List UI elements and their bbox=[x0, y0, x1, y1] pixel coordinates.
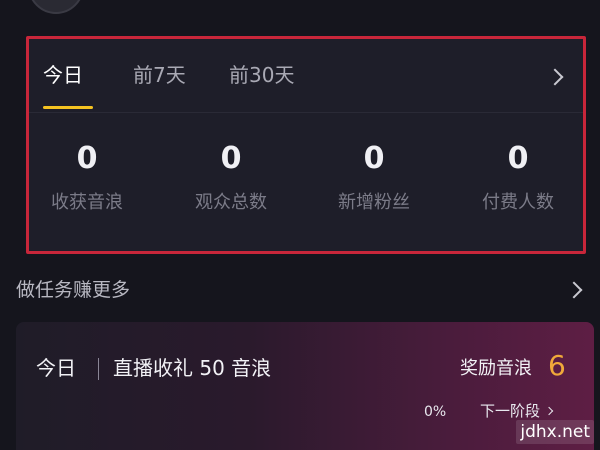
stat-value: 0 bbox=[507, 141, 529, 176]
stat-label: 付费人数 bbox=[482, 192, 554, 213]
period-tabs: 今日 前7天 前30天 bbox=[29, 39, 583, 109]
chevron-right-icon[interactable] bbox=[546, 68, 564, 86]
stat-value: 0 bbox=[363, 141, 385, 176]
divider bbox=[98, 358, 99, 380]
divider bbox=[29, 112, 583, 113]
stats-card: 今日 前7天 前30天 0 收获音浪 0 观众总数 0 新增粉丝 0 付费人数 bbox=[26, 36, 586, 254]
stat-new-fans: 0 新增粉丝 bbox=[304, 139, 444, 215]
watermark: jdhx.net bbox=[516, 420, 594, 444]
tasks-header[interactable]: 做任务赚更多 bbox=[0, 270, 600, 310]
live-data-screen: 今日 前7天 前30天 0 收获音浪 0 观众总数 0 新增粉丝 0 付费人数 bbox=[0, 0, 600, 450]
tab-7-days[interactable]: 前7天 bbox=[133, 59, 186, 91]
chevron-right-icon[interactable] bbox=[565, 281, 583, 299]
chevron-right-icon bbox=[544, 406, 554, 416]
stat-paying-users: 0 付费人数 bbox=[448, 139, 588, 215]
reward-label: 奖励音浪 bbox=[460, 358, 532, 379]
avatar[interactable] bbox=[28, 0, 84, 14]
task-card[interactable]: 今日 直播收礼 50 音浪 奖励音浪 6 0% 下一阶段 bbox=[16, 322, 594, 450]
active-tab-indicator bbox=[43, 106, 93, 109]
stat-value: 0 bbox=[76, 141, 98, 176]
stat-viewers: 0 观众总数 bbox=[161, 139, 301, 215]
stat-label: 新增粉丝 bbox=[338, 192, 410, 213]
stats-row: 0 收获音浪 0 观众总数 0 新增粉丝 0 付费人数 bbox=[29, 139, 583, 229]
next-stage-label: 下一阶段 bbox=[480, 402, 541, 420]
tab-30-days[interactable]: 前30天 bbox=[229, 59, 294, 91]
stat-label: 观众总数 bbox=[195, 192, 267, 213]
task-description: 直播收礼 50 音浪 bbox=[113, 356, 272, 380]
stat-gifts: 0 收获音浪 bbox=[17, 139, 157, 215]
stat-value: 0 bbox=[220, 141, 242, 176]
task-period: 今日 bbox=[36, 356, 76, 380]
stat-label: 收获音浪 bbox=[51, 192, 123, 213]
top-header-partial bbox=[0, 0, 600, 20]
tasks-title: 做任务赚更多 bbox=[16, 279, 131, 301]
progress-percent: 0% bbox=[424, 404, 447, 420]
reward-value: 6 bbox=[548, 349, 566, 382]
next-stage-link[interactable]: 下一阶段 bbox=[480, 400, 554, 422]
tab-today[interactable]: 今日 bbox=[43, 59, 83, 91]
